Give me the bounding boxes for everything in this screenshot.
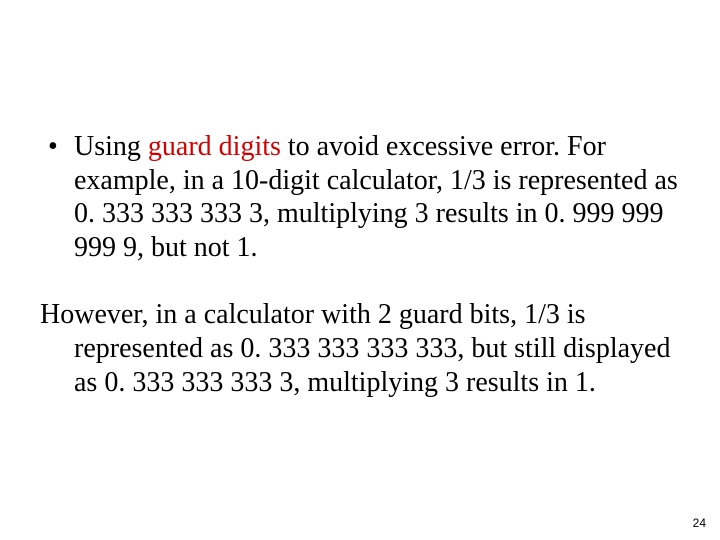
bullet-highlight: guard digits: [148, 131, 281, 162]
bullet-item: • Using guard digits to avoid excessive …: [40, 130, 680, 264]
paragraph-2-firstline: However, in a calculator with 2 guard bi…: [40, 299, 586, 330]
bullet-marker: •: [40, 130, 74, 164]
page-number: 24: [693, 516, 706, 530]
bullet-text: Using guard digits to avoid excessive er…: [74, 130, 680, 264]
paragraph-2-rest: represented as 0. 333 333 333 333, but s…: [40, 332, 680, 399]
bullet-text-before: Using: [74, 131, 148, 162]
slide-body: • Using guard digits to avoid excessive …: [40, 130, 680, 399]
paragraph-2: However, in a calculator with 2 guard bi…: [40, 298, 680, 399]
slide: • Using guard digits to avoid excessive …: [0, 0, 720, 540]
